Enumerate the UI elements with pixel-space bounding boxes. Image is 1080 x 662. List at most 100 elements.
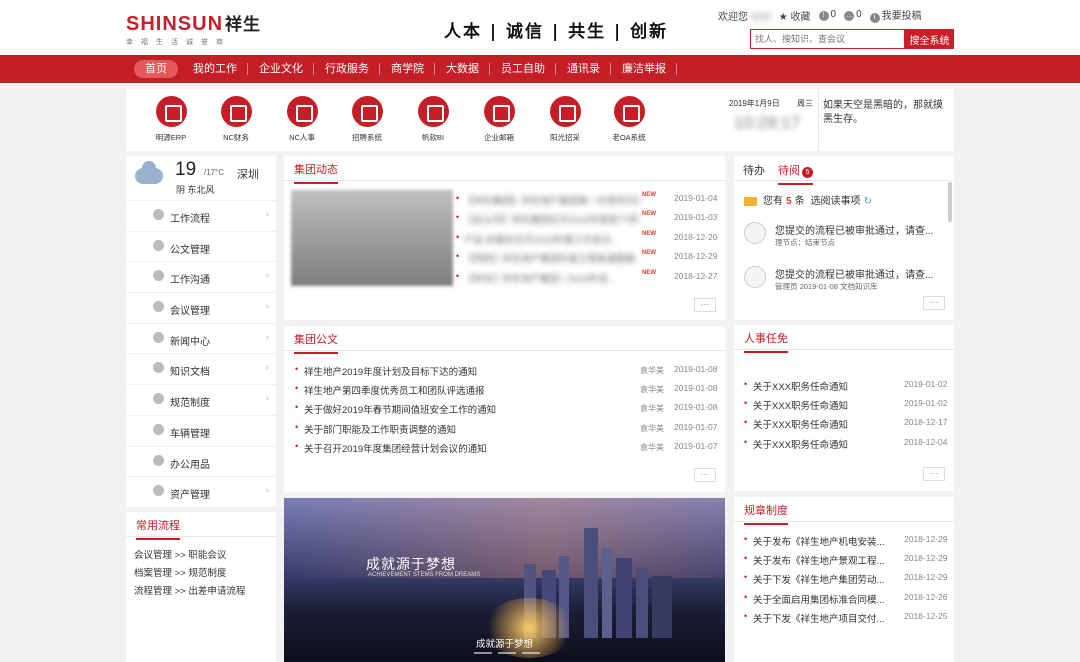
app-shortcut-4[interactable]: 帆软BI	[405, 96, 461, 143]
bullet: •	[456, 231, 460, 242]
side-menu-item-0[interactable]: 工作流程 ›	[126, 200, 276, 231]
news-item[interactable]: • 产品 总裁办召开2018年度工作会议... NEW 2018-12-20	[456, 228, 718, 247]
rules-item[interactable]: • 关于发布《祥生地产景观工程... 2018-12-29	[734, 549, 954, 568]
rules-item[interactable]: • 关于全面启用集团标准合同模... 2018-12-26	[734, 588, 954, 607]
doc-item[interactable]: • 关于召开2019年度集团经营计划会议的通知 袁华美 2019-01-07	[284, 437, 725, 456]
nav-item-7[interactable]: 通讯录	[556, 60, 611, 78]
news-item[interactable]: • 【总公司】祥生集团召开2019年度首个项目苍...NEW 2019-01-03	[456, 208, 718, 227]
common-process-link[interactable]: 会议管理 >> 职能会议	[134, 547, 245, 565]
menu-item-label: 车辆管理	[170, 428, 210, 440]
app-shortcut-1[interactable]: NC财务	[208, 96, 264, 143]
doc-author: 袁华美	[640, 366, 664, 375]
news-image[interactable]	[291, 190, 453, 286]
todo-more-button[interactable]: ···	[923, 296, 945, 310]
message-count-a[interactable]: ! 0	[818, 9, 837, 21]
brand-logo[interactable]: SHINSUN 祥生 幸福生活诚誉商	[126, 10, 261, 47]
rules-item[interactable]: • 关于下发《祥生地产集团劳动... 2018-12-29	[734, 568, 954, 587]
header: SHINSUN 祥生 幸福生活诚誉商 人本 | 诚信 | 共生 | 创新 欢迎您 …	[0, 0, 1080, 55]
chevron-right-icon: ›	[265, 270, 269, 282]
menu-item-icon	[153, 209, 164, 220]
nav-item-0[interactable]: 首页	[134, 60, 178, 78]
menu-item-label: 知识文档	[170, 367, 210, 379]
rules-text: 关于发布《祥生地产机电安装...	[753, 537, 885, 548]
side-menu-item-8[interactable]: 办公用品	[126, 445, 276, 477]
nav-item-3[interactable]: 行政服务	[314, 60, 380, 78]
side-menu-item-4[interactable]: 新闻中心 ›	[126, 322, 276, 354]
chevron-right-icon: ›	[265, 209, 269, 220]
carousel-dots[interactable]	[474, 652, 540, 654]
news-date: 2018-12-20	[674, 231, 718, 242]
refresh-icon[interactable]: ↻	[864, 196, 872, 207]
rules-title: 规章制度	[744, 502, 788, 525]
nav-item-2[interactable]: 企业文化	[248, 60, 314, 78]
bell-icon: !	[818, 11, 829, 21]
side-menu-item-6[interactable]: 规范制度 ›	[126, 384, 276, 415]
tab-toread[interactable]: 待阅 5	[778, 162, 813, 185]
weather-widget: 19 /17°C 深圳 阴 东北风	[126, 156, 276, 200]
summary-link[interactable]: 选阅读事项	[811, 196, 861, 207]
news-item[interactable]: • 【祥生集团】祥生地产集团第一次党员代表考察和...NEW 2019-01-04	[456, 189, 718, 208]
side-menu-item-9[interactable]: 资产管理 ›	[126, 476, 276, 507]
rules-item[interactable]: • 关于下发《祥生地产项目交付... 2018-12-25	[734, 607, 954, 626]
menu-item-icon	[153, 485, 164, 497]
report-link[interactable]: i 我要投稿	[869, 7, 922, 23]
side-menu-item-5[interactable]: 知识文档 ›	[126, 353, 276, 384]
message-sub: 理节点：结束节点	[775, 238, 835, 247]
rules-text: 关于下发《祥生地产项目交付...	[753, 613, 885, 625]
hr-item[interactable]: • 关于XXX职务任命通知 2019-01-02	[734, 394, 954, 413]
app-shortcut-6[interactable]: 阳光招采	[537, 96, 593, 143]
app-shortcut-0[interactable]: 明源ERP	[143, 96, 199, 143]
hr-item[interactable]: • 关于XXX职务任命通知 2018-12-04	[734, 433, 954, 452]
nav-item-6[interactable]: 员工自助	[490, 60, 556, 78]
side-menu-item-2[interactable]: 工作沟通 ›	[126, 261, 276, 292]
banner-carousel[interactable]: 成就源于梦想 ACHIEVEMENT STEMS FROM DREAMS 成就源…	[284, 498, 725, 662]
hr-more-button[interactable]: ···	[923, 467, 945, 481]
hr-item[interactable]: • 关于XXX职务任命通知 2019-01-02	[734, 375, 954, 394]
news-more-button[interactable]: ···	[694, 298, 716, 312]
tab-todo[interactable]: 待办	[743, 162, 765, 178]
news-item[interactable]: • 【祥生】祥生地产集团 • 2018年说... NEW 2018-12-27	[456, 267, 718, 286]
bullet: •	[295, 383, 299, 394]
side-menu-item-3[interactable]: 会议管理 ›	[126, 292, 276, 323]
user-name[interactable]: XXX	[751, 12, 771, 23]
side-menu-item-7[interactable]: 车辆管理	[126, 414, 276, 446]
summary-count: 5	[786, 196, 792, 207]
nav-item-5[interactable]: 大数据	[435, 60, 490, 78]
docs-more-button[interactable]: ···	[694, 468, 716, 482]
common-process-link[interactable]: 流程管理 >> 出差申请流程	[134, 583, 245, 601]
doc-item[interactable]: • 关于做好2019年春节期间值班安全工作的通知 袁华美 2019-01-08	[284, 398, 725, 417]
doc-date: 2019-01-08	[674, 364, 718, 374]
app-icon	[613, 96, 645, 127]
message-count-b[interactable]: … 0	[844, 9, 862, 21]
hr-item[interactable]: • 关于XXX职务任命通知 2018-12-17	[734, 413, 954, 432]
search-input[interactable]	[750, 29, 905, 49]
search-button[interactable]: 搜全系统	[905, 29, 954, 49]
slogan: 人本 | 诚信 | 共生 | 创新	[444, 22, 669, 42]
side-menu-item-1[interactable]: 公文管理	[126, 230, 276, 262]
doc-item[interactable]: • 关于部门职能及工作职责调整的通知 袁华美 2019-01-07	[284, 418, 725, 437]
nav-item-8[interactable]: 廉洁举报	[611, 60, 677, 78]
nav-item-1[interactable]: 我的工作	[182, 60, 248, 78]
common-process-link[interactable]: 档案管理 >> 规范制度	[134, 565, 245, 583]
rules-item[interactable]: • 关于发布《祥生地产机电安装... 2018-12-29	[734, 530, 954, 549]
doc-item[interactable]: • 祥生地产第四季度优秀员工和团队评选通报 袁华美 2019-01-08	[284, 379, 725, 398]
news-date: 2019-01-04	[674, 193, 718, 203]
doc-item[interactable]: • 祥生地产2019年度计划及目标下达的通知 袁华美 2019-01-08	[284, 360, 725, 379]
news-panel: 集团动态 •【祥生集团】祥生地产集团第一次党员代表考察和...NEW2019-0…	[284, 156, 725, 320]
weather-temp: 19	[175, 159, 197, 180]
message-sub: 管理员 2019-01-08 文档知识库	[775, 282, 878, 291]
docs-title: 集团公文	[294, 331, 338, 354]
app-shortcut-2[interactable]: NC人事	[274, 96, 330, 143]
search-bar: 搜全系统	[750, 29, 954, 49]
news-item[interactable]: • 【项目】祥生地产集团年度工程来诸暨春... NEW 2018-12-29	[456, 247, 718, 266]
app-shortcut-3[interactable]: 招聘系统	[339, 96, 395, 143]
nav-item-4[interactable]: 商学院	[380, 60, 435, 78]
count-a: 0	[830, 9, 837, 20]
todo-scrollbar[interactable]	[948, 182, 952, 222]
news-text: 【总公司】祥生集团召开2019年度首个项目苍...	[464, 215, 639, 227]
doc-author: 袁华美	[640, 385, 664, 395]
app-shortcut-5[interactable]: 企业邮箱	[471, 96, 527, 143]
bullet: •	[744, 379, 748, 389]
favorite-link[interactable]: ★ 收藏	[779, 8, 811, 23]
app-shortcut-7[interactable]: 老OA系统	[601, 96, 657, 143]
